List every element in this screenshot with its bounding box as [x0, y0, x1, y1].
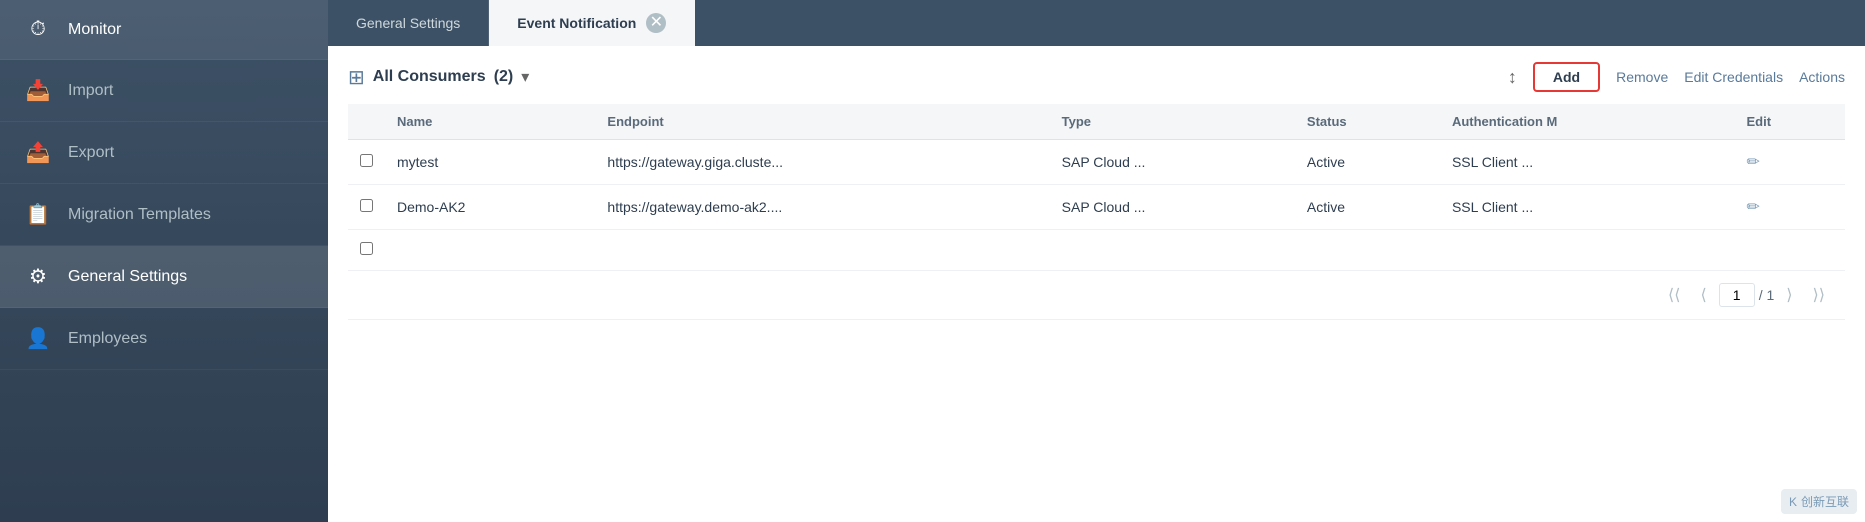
consumer-filter-label: All Consumers (2)	[373, 68, 513, 86]
pagination-cell: ⟨⟨ ⟨ / 1 ⟩ ⟩⟩	[348, 271, 1845, 320]
sidebar-item-label: General Settings	[68, 268, 187, 286]
row-type-1: SAP Cloud ...	[1050, 185, 1295, 230]
watermark: K 创新互联	[1781, 489, 1857, 514]
edit-icon-0[interactable]: ✏	[1746, 154, 1759, 171]
table-header-name: Name	[385, 104, 595, 140]
filter-chevron-button[interactable]: ▾	[521, 67, 529, 87]
main-area: General Settings Event Notification ✕ ⊞ …	[328, 0, 1865, 522]
row-name-0: mytest	[385, 140, 595, 185]
table-header-edit: Edit	[1734, 104, 1845, 140]
page-total: / 1	[1759, 287, 1775, 303]
content-area: ⊞ All Consumers (2) ▾ ↕ Add Remove Edit …	[328, 46, 1865, 522]
table-header-status: Status	[1295, 104, 1440, 140]
grid-icon: ⊞	[348, 65, 365, 90]
add-button[interactable]: Add	[1533, 62, 1600, 92]
employees-icon: 👤	[24, 326, 52, 351]
row-status-0: Active	[1295, 140, 1440, 185]
tab-event-notification-label: Event Notification	[517, 15, 636, 31]
table-header-row: Name Endpoint Type Status Authentication…	[348, 104, 1845, 140]
pagination: ⟨⟨ ⟨ / 1 ⟩ ⟩⟩	[360, 281, 1833, 309]
table-header-endpoint: Endpoint	[595, 104, 1049, 140]
page-last-button[interactable]: ⟩⟩	[1805, 281, 1833, 309]
table-row: Demo-AK2 https://gateway.demo-ak2.... SA…	[348, 185, 1845, 230]
sidebar-item-employees[interactable]: 👤 Employees	[0, 308, 328, 370]
sidebar-item-label: Import	[68, 82, 113, 100]
watermark-symbol: K	[1789, 495, 1797, 509]
tab-close-button[interactable]: ✕	[646, 13, 666, 33]
table-header-type: Type	[1050, 104, 1295, 140]
sidebar-item-migration-templates[interactable]: 📋 Migration Templates	[0, 184, 328, 246]
sidebar-item-import[interactable]: 📥 Import	[0, 60, 328, 122]
remove-button[interactable]: Remove	[1616, 69, 1668, 85]
sidebar-item-label: Employees	[68, 330, 147, 348]
page-prev-button[interactable]: ⟨	[1692, 281, 1714, 309]
empty-checkbox-cell	[348, 230, 385, 271]
table-row: mytest https://gateway.giga.cluste... SA…	[348, 140, 1845, 185]
row-edit-cell-0: ✏	[1734, 140, 1845, 185]
filter-count: (2)	[494, 68, 514, 86]
sidebar-item-monitor[interactable]: ⏱ Monitor	[0, 0, 328, 60]
actions-button[interactable]: Actions	[1799, 69, 1845, 85]
row-endpoint-1: https://gateway.demo-ak2....	[595, 185, 1049, 230]
export-icon: 📤	[24, 140, 52, 165]
row-status-1: Active	[1295, 185, 1440, 230]
monitor-icon: ⏱	[24, 18, 52, 41]
watermark-text: 创新互联	[1801, 493, 1849, 510]
sidebar-item-label: Monitor	[68, 21, 121, 39]
row-checkbox-0[interactable]	[360, 154, 373, 167]
row-endpoint-0: https://gateway.giga.cluste...	[595, 140, 1049, 185]
row-checkbox-cell	[348, 185, 385, 230]
toolbar-right: ↕ Add Remove Edit Credentials Actions	[1508, 62, 1845, 92]
table-header-checkbox	[348, 104, 385, 140]
migration-templates-icon: 📋	[24, 202, 52, 227]
row-auth-1: SSL Client ...	[1440, 185, 1735, 230]
empty-cells	[385, 230, 1845, 271]
sidebar-item-general-settings[interactable]: ⚙ General Settings	[0, 246, 328, 308]
sidebar-item-label: Export	[68, 144, 114, 162]
toolbar: ⊞ All Consumers (2) ▾ ↕ Add Remove Edit …	[348, 62, 1845, 92]
pagination-row: ⟨⟨ ⟨ / 1 ⟩ ⟩⟩	[348, 271, 1845, 320]
row-checkbox-1[interactable]	[360, 199, 373, 212]
tab-event-notification[interactable]: Event Notification ✕	[489, 0, 695, 46]
import-icon: 📥	[24, 78, 52, 103]
page-current-input[interactable]	[1719, 283, 1755, 307]
empty-row	[348, 230, 1845, 271]
toolbar-left: ⊞ All Consumers (2) ▾	[348, 65, 1500, 90]
row-name-1: Demo-AK2	[385, 185, 595, 230]
tab-general-settings-label: General Settings	[356, 15, 460, 31]
edit-credentials-button[interactable]: Edit Credentials	[1684, 69, 1783, 85]
row-edit-cell-1: ✏	[1734, 185, 1845, 230]
page-next-button[interactable]: ⟩	[1778, 281, 1800, 309]
sidebar-item-label: Migration Templates	[68, 206, 211, 224]
general-settings-icon: ⚙	[24, 264, 52, 289]
row-type-0: SAP Cloud ...	[1050, 140, 1295, 185]
row-auth-0: SSL Client ...	[1440, 140, 1735, 185]
filter-text: All Consumers	[373, 68, 486, 86]
tab-general-settings[interactable]: General Settings	[328, 0, 489, 46]
page-first-button[interactable]: ⟨⟨	[1660, 281, 1688, 309]
table-header-auth: Authentication M	[1440, 104, 1735, 140]
sort-button[interactable]: ↕	[1508, 67, 1517, 88]
consumers-table: Name Endpoint Type Status Authentication…	[348, 104, 1845, 320]
edit-icon-1[interactable]: ✏	[1746, 199, 1759, 216]
sidebar: ⏱ Monitor 📥 Import 📤 Export 📋 Migration …	[0, 0, 328, 522]
sidebar-item-export[interactable]: 📤 Export	[0, 122, 328, 184]
row-checkbox-cell	[348, 140, 385, 185]
tabs-bar: General Settings Event Notification ✕	[328, 0, 1865, 46]
empty-checkbox[interactable]	[360, 242, 373, 255]
